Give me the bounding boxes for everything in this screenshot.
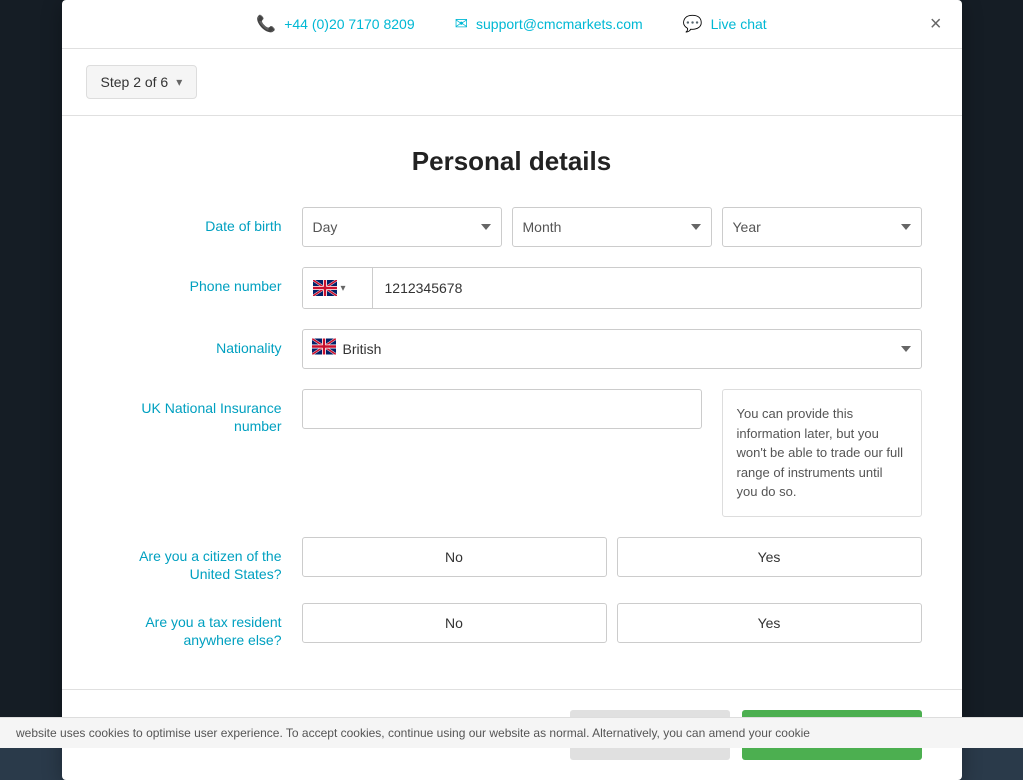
modal-body: Personal details Date of birth Day Month…	[62, 116, 962, 689]
phone-flag-selector[interactable]: ▾	[303, 268, 373, 308]
nationality-select[interactable]: British	[302, 329, 922, 369]
nationality-wrapper: British	[302, 329, 922, 369]
tax-controls: No Yes	[302, 603, 922, 643]
tax-no-button[interactable]: No	[302, 603, 607, 643]
phone-label: Phone number	[102, 267, 302, 295]
cookie-bar: website uses cookies to optimise user ex…	[0, 717, 1023, 748]
tax-row: Are you a tax resident anywhere else? No…	[102, 603, 922, 649]
email-address: support@cmcmarkets.com	[476, 16, 643, 32]
phone-row: Phone number ▾	[102, 267, 922, 309]
phone-icon: 📞	[256, 14, 276, 34]
live-chat-link[interactable]: 💬 Live chat	[683, 14, 767, 34]
email-link[interactable]: ✉ support@cmcmarkets.com	[455, 14, 643, 34]
citizen-controls: No Yes	[302, 537, 922, 577]
nationality-controls: British	[302, 329, 922, 369]
step-indicator[interactable]: Step 2 of 6 ▾	[86, 65, 198, 99]
citizen-label: Are you a citizen of the United States?	[102, 537, 302, 583]
dob-day-select[interactable]: Day	[302, 207, 502, 247]
tax-label: Are you a tax resident anywhere else?	[102, 603, 302, 649]
phone-flag-chevron: ▾	[341, 283, 346, 294]
dob-month-select[interactable]: Month	[512, 207, 712, 247]
phone-input[interactable]	[373, 268, 921, 308]
modal-header: 📞 +44 (0)20 7170 8209 ✉ support@cmcmarke…	[62, 0, 962, 49]
close-button[interactable]: ×	[930, 14, 942, 34]
citizen-yes-button[interactable]: Yes	[617, 537, 922, 577]
ni-row: UK National Insurance number You can pro…	[102, 389, 922, 517]
dob-controls: Day Month Year	[302, 207, 922, 247]
step-subheader: Step 2 of 6 ▾	[62, 49, 962, 116]
email-icon: ✉	[455, 14, 468, 34]
page-title: Personal details	[102, 146, 922, 177]
chevron-down-icon: ▾	[176, 75, 182, 89]
tax-yes-button[interactable]: Yes	[617, 603, 922, 643]
ni-controls: You can provide this information later, …	[302, 389, 922, 517]
citizen-row: Are you a citizen of the United States? …	[102, 537, 922, 583]
citizen-no-button[interactable]: No	[302, 537, 607, 577]
dob-label: Date of birth	[102, 207, 302, 235]
cookie-text: website uses cookies to optimise user ex…	[16, 726, 810, 740]
phone-controls: ▾	[302, 267, 922, 309]
chat-icon: 💬	[683, 14, 703, 34]
ni-tooltip: You can provide this information later, …	[722, 389, 922, 517]
phone-wrapper: ▾	[302, 267, 922, 309]
ni-label: UK National Insurance number	[102, 389, 302, 435]
phone-link[interactable]: 📞 +44 (0)20 7170 8209	[256, 14, 414, 34]
phone-number: +44 (0)20 7170 8209	[284, 16, 414, 32]
dob-row: Date of birth Day Month Year	[102, 207, 922, 247]
dob-year-select[interactable]: Year	[722, 207, 922, 247]
ni-input[interactable]	[302, 389, 702, 429]
step-label: Step 2 of 6	[101, 74, 169, 90]
nationality-row: Nationality	[102, 329, 922, 369]
nationality-label: Nationality	[102, 329, 302, 357]
uk-flag-icon	[313, 280, 337, 296]
live-chat-label: Live chat	[711, 16, 767, 32]
